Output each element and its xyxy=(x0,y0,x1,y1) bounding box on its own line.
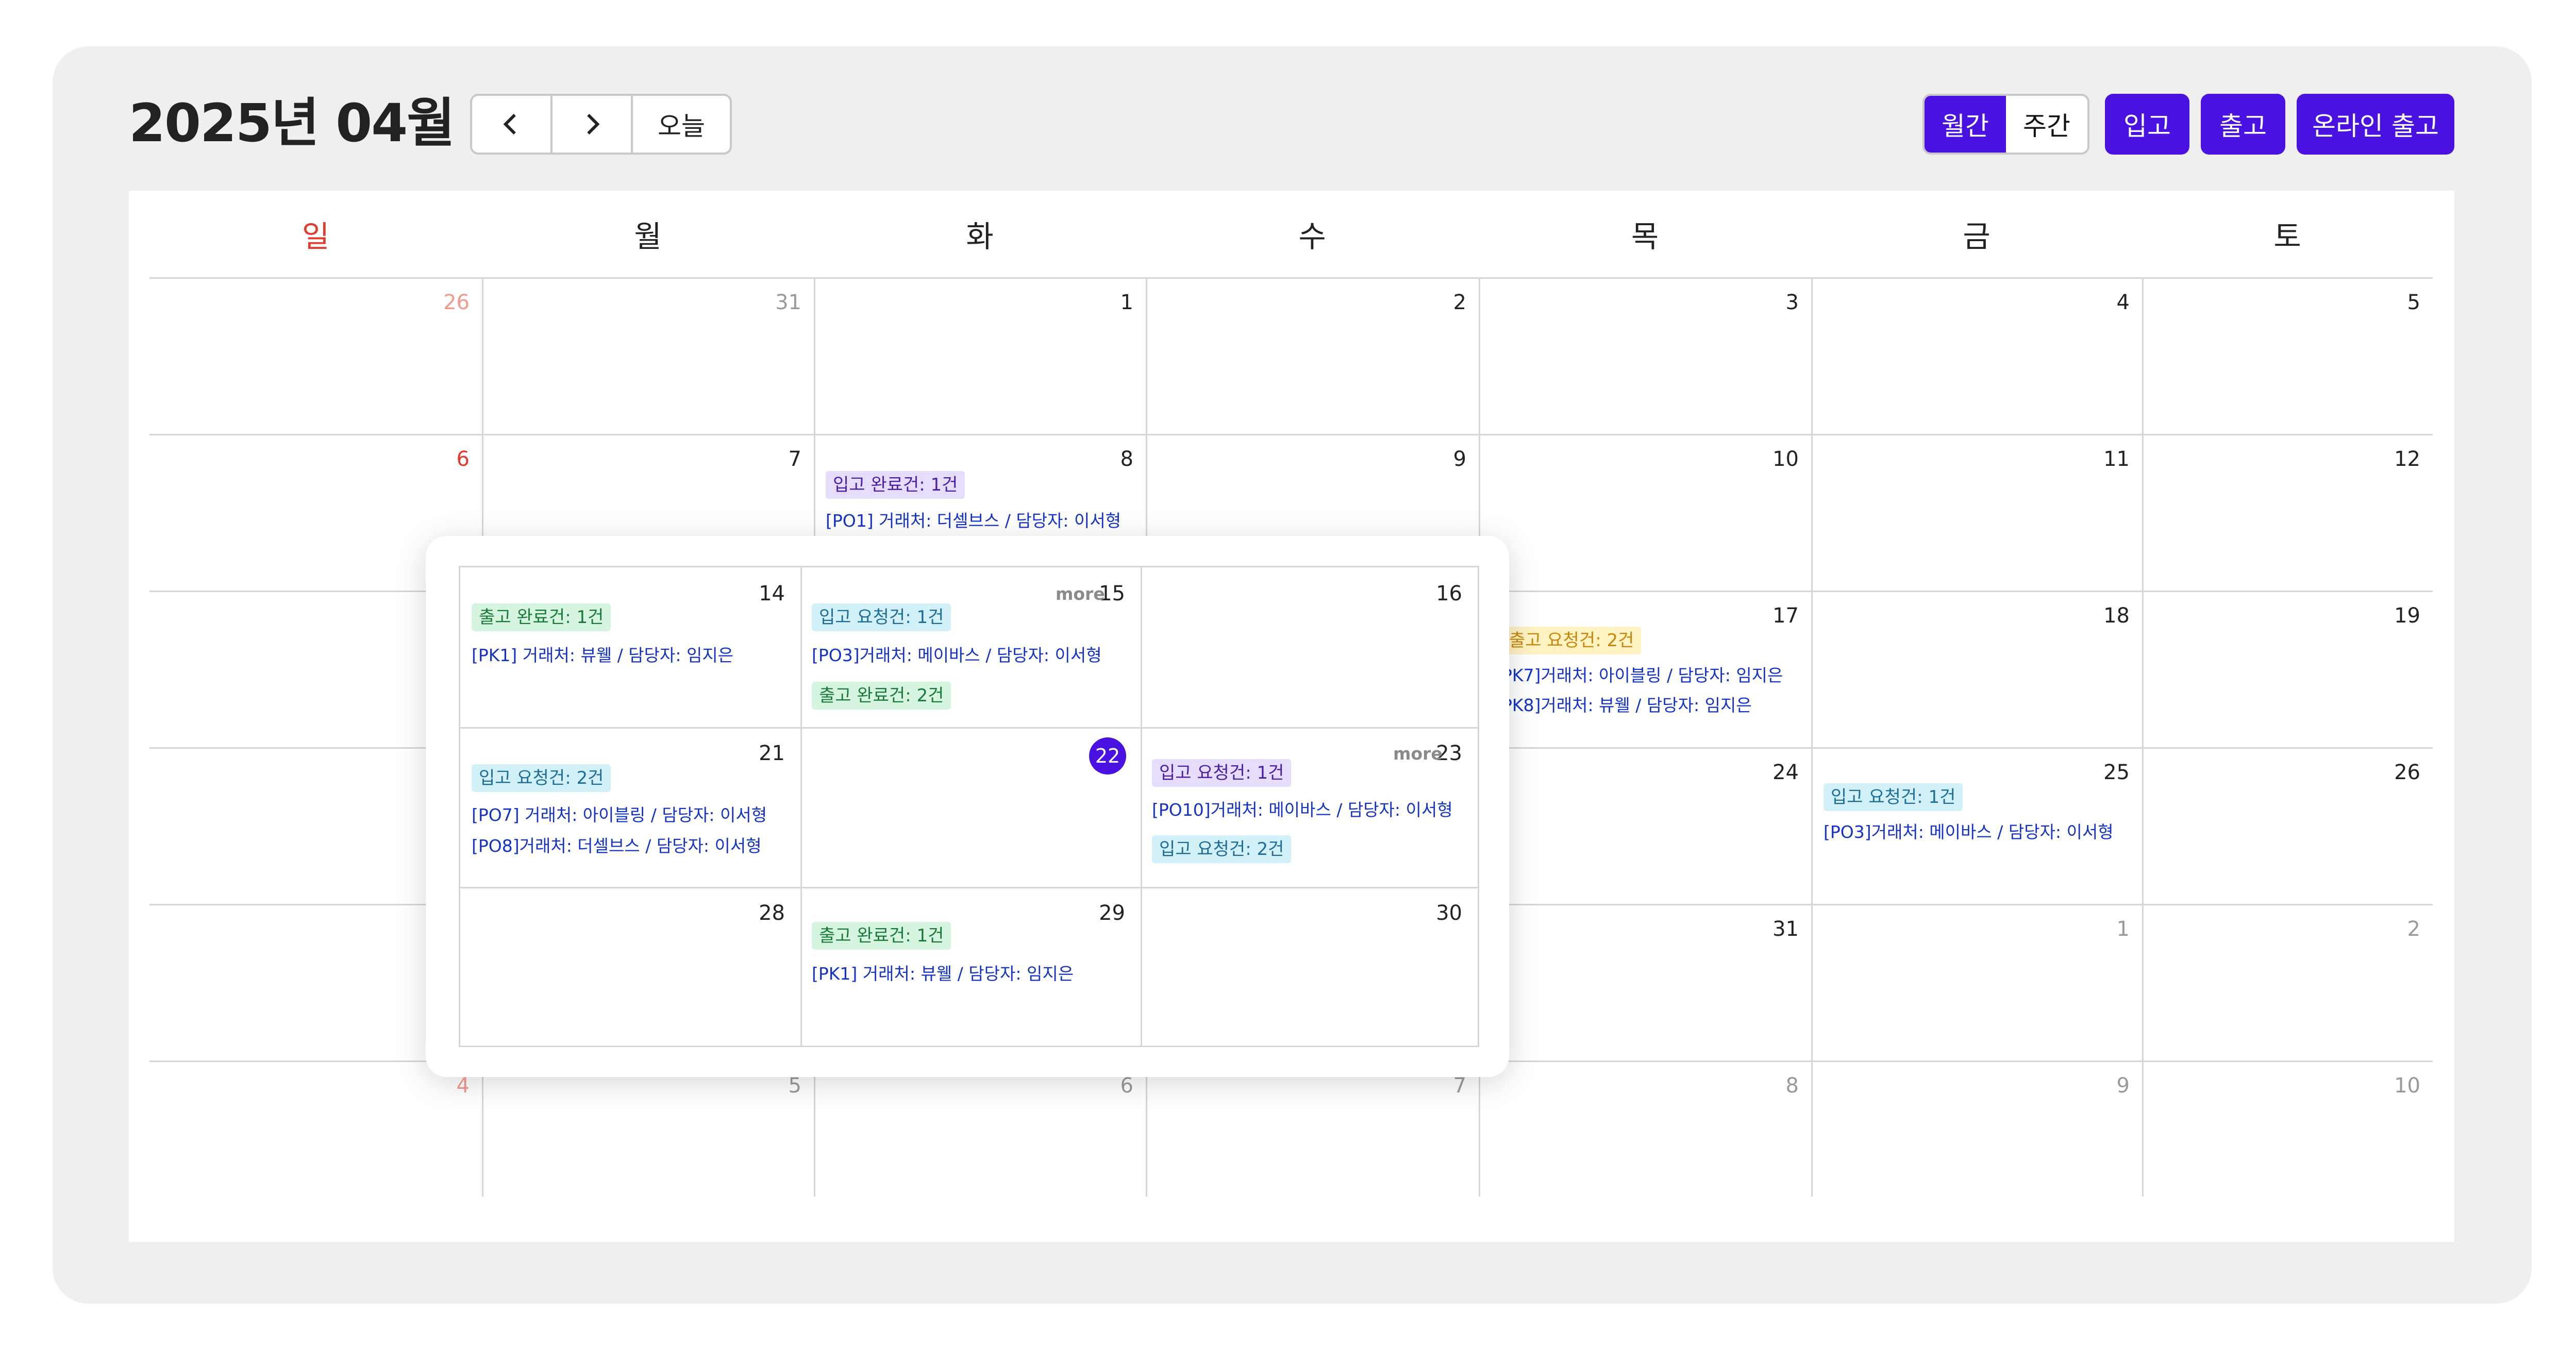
day-number: 26 xyxy=(2394,761,2420,784)
day-number: 1 xyxy=(1120,291,1133,314)
popup-day-number: 21 xyxy=(759,742,785,765)
date-navigation: 오늘 xyxy=(470,94,732,155)
day-number: 18 xyxy=(2103,604,2130,628)
day-number: 2 xyxy=(2407,917,2420,941)
event-summary-badge[interactable]: 출고 요청건: 2건 xyxy=(1502,627,1642,654)
popup-day-number: 14 xyxy=(759,582,785,605)
day-number: 1 xyxy=(2116,917,2130,941)
popup-day-number: 28 xyxy=(759,901,785,925)
event-entry[interactable]: [PK1] 거래처: 뷰웰 / 담당자: 임지은 xyxy=(812,960,1074,985)
day-number: 8 xyxy=(1785,1074,1799,1098)
online-outbound-button[interactable]: 온라인 출고 xyxy=(2297,94,2454,155)
day-number: 26 xyxy=(443,291,470,314)
chevron-right-icon xyxy=(587,113,600,135)
day-number: 2 xyxy=(1453,291,1466,314)
view-week-button[interactable]: 주간 xyxy=(2006,96,2087,153)
day-number: 5 xyxy=(2407,291,2420,314)
more-link[interactable]: more xyxy=(1393,744,1443,764)
day-number: 7 xyxy=(788,447,801,471)
event-entry[interactable]: PK8]거래처: 뷰웰 / 담당자: 임지은 xyxy=(1502,692,1752,716)
day-number: 11 xyxy=(2103,447,2130,471)
popup-day-number: 29 xyxy=(1099,901,1125,925)
day-number: 19 xyxy=(2394,604,2420,628)
popup-day-number: 16 xyxy=(1436,582,1462,605)
popup-grid: 14 15 16 21 22 23 28 29 30 more more 출고 완료건: 1건 [PK1… xyxy=(459,566,1479,1047)
day-number: 10 xyxy=(1772,447,1799,471)
event-entry[interactable]: [PO3]거래처: 메이바스 / 담당자: 이서형 xyxy=(812,642,1102,666)
event-entry[interactable]: [PK1] 거래처: 뷰웰 / 담당자: 임지은 xyxy=(472,642,733,666)
more-link[interactable]: more xyxy=(1056,584,1105,604)
event-entry[interactable]: [PO3]거래처: 메이바스 / 담당자: 이서형 xyxy=(1824,818,2114,843)
event-entry[interactable]: [PO1] 거래처: 더셀브스 / 담당자: 이서형 xyxy=(826,507,1121,532)
event-entry[interactable]: PK7]거래처: 아이블링 / 담당자: 임지은 xyxy=(1502,662,1783,686)
event-summary-badge[interactable]: 입고 요청건: 1건 xyxy=(812,603,951,631)
day-number: 12 xyxy=(2394,447,2420,471)
weekday-header: 일 xyxy=(302,219,330,254)
day-number: 6 xyxy=(456,447,470,471)
outbound-button[interactable]: 출고 xyxy=(2201,94,2285,155)
view-month-button[interactable]: 월간 xyxy=(1925,96,2006,153)
day-number: 10 xyxy=(2394,1074,2420,1098)
day-number: 3 xyxy=(1785,291,1799,314)
more-events-popup: 14 15 16 21 22 23 28 29 30 more more 출고 완료건: 1건 [PK1… xyxy=(426,536,1509,1077)
popup-column-divider xyxy=(800,567,802,1046)
weekday-header: 화 xyxy=(966,219,994,254)
popup-column-divider xyxy=(1141,567,1142,1046)
weekday-header: 금 xyxy=(1963,219,1990,254)
event-entry[interactable]: [PO10]거래처: 메이바스 / 담당자: 이서형 xyxy=(1152,796,1453,821)
day-number: 7 xyxy=(1453,1074,1466,1098)
day-number: 4 xyxy=(2116,291,2130,314)
view-toggle: 월간 주간 xyxy=(1922,94,2089,155)
event-summary-badge[interactable]: 입고 완료건: 1건 xyxy=(826,471,965,499)
prev-month-button[interactable] xyxy=(472,96,553,153)
event-summary-badge[interactable]: 입고 요청건: 1건 xyxy=(1824,783,1963,811)
weekday-header: 목 xyxy=(1631,219,1659,254)
weekday-header: 수 xyxy=(1298,219,1326,254)
popup-row-divider xyxy=(460,727,1478,729)
popup-day-number: 30 xyxy=(1436,901,1462,925)
weekday-header: 토 xyxy=(2273,219,2301,254)
event-entry[interactable]: [PO7] 거래처: 아이블링 / 담당자: 이서형 xyxy=(472,801,767,826)
day-number: 25 xyxy=(2103,761,2130,784)
today-button[interactable]: 오늘 xyxy=(633,96,730,153)
event-summary-badge[interactable]: 출고 완료건: 1건 xyxy=(472,603,611,631)
chevron-left-icon xyxy=(503,113,516,135)
page-title: 2025년 04월 xyxy=(129,93,455,154)
day-number: 5 xyxy=(788,1074,801,1098)
inbound-button[interactable]: 입고 xyxy=(2105,94,2189,155)
next-month-button[interactable] xyxy=(553,96,633,153)
event-summary-badge[interactable]: 입고 요청건: 2건 xyxy=(472,764,611,792)
day-number: 9 xyxy=(1453,447,1466,471)
popup-row-divider xyxy=(460,887,1478,888)
event-entry[interactable]: [PO8]거래처: 더셀브스 / 담당자: 이서형 xyxy=(472,832,762,857)
today-marker[interactable]: 22 xyxy=(1089,737,1126,775)
event-summary-badge[interactable]: 입고 요청건: 1건 xyxy=(1152,759,1292,787)
event-summary-badge[interactable]: 출고 완료건: 2건 xyxy=(812,682,951,710)
day-number: 8 xyxy=(1120,447,1133,471)
day-number: 4 xyxy=(456,1074,470,1098)
day-number: 31 xyxy=(775,291,801,314)
day-number: 9 xyxy=(2116,1074,2130,1098)
event-summary-badge[interactable]: 출고 완료건: 1건 xyxy=(812,922,951,950)
event-summary-badge[interactable]: 입고 요청건: 2건 xyxy=(1152,835,1292,863)
weekday-header: 월 xyxy=(634,219,662,254)
day-number: 31 xyxy=(1772,917,1799,941)
day-number: 6 xyxy=(1120,1074,1133,1098)
day-number: 17 xyxy=(1772,604,1799,628)
day-number: 24 xyxy=(1772,761,1799,784)
